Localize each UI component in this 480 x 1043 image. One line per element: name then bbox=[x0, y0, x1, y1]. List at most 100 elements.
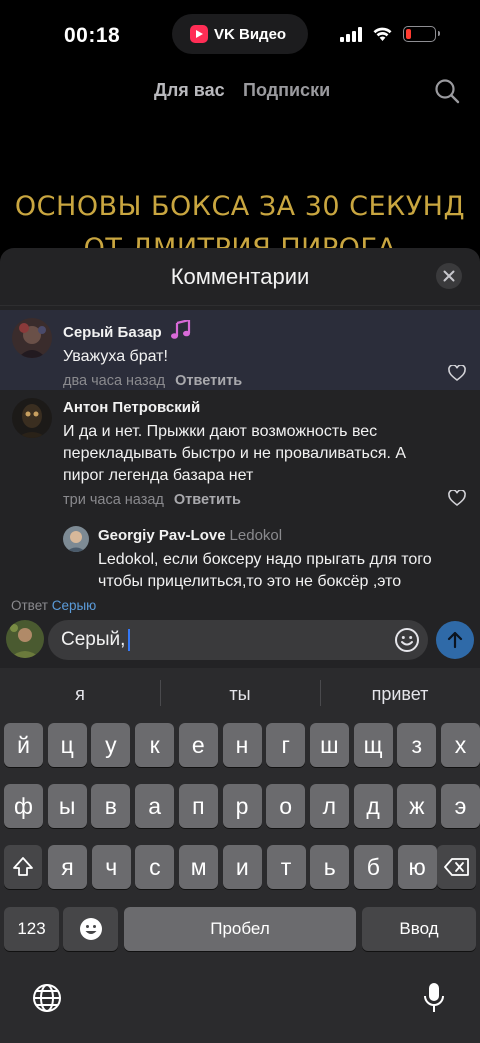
comment-author[interactable]: Антон Петровский bbox=[63, 398, 480, 418]
dynamic-island[interactable]: VK Видео bbox=[172, 14, 308, 54]
status-time: 00:18 bbox=[64, 24, 121, 47]
suggestion-item[interactable]: я bbox=[0, 684, 160, 705]
comment-author-name: Georgiy Pav-Love bbox=[98, 527, 226, 544]
letter-key[interactable]: и bbox=[222, 845, 262, 889]
comment-author-name: Серый Базар bbox=[63, 324, 162, 341]
backspace-key[interactable] bbox=[437, 845, 476, 889]
replying-name[interactable]: Серыю bbox=[52, 598, 97, 613]
reply-button[interactable]: Ответить bbox=[174, 492, 241, 508]
comments-sheet: Комментарии Серый Базар Уважуха брат! дв… bbox=[0, 248, 480, 668]
comment-text: И да и нет. Прыжки дают возможность вес … bbox=[63, 423, 407, 484]
vk-video-icon bbox=[190, 25, 208, 43]
shift-icon bbox=[13, 857, 33, 876]
microphone-icon[interactable] bbox=[422, 981, 446, 1015]
app-pill-label: VK Видео bbox=[214, 25, 287, 43]
globe-icon[interactable] bbox=[32, 983, 62, 1013]
letter-key[interactable]: ф bbox=[4, 784, 43, 828]
reply-comment-item[interactable]: Georgiy Pav-Love Ledokol Ledokol, если бо… bbox=[35, 526, 480, 593]
letter-key[interactable]: у bbox=[91, 723, 131, 767]
tab-subscriptions[interactable]: Подписки bbox=[243, 80, 330, 101]
suggestion-bar: я ты привет bbox=[0, 668, 480, 720]
return-key[interactable]: Ввод bbox=[362, 907, 476, 951]
letter-key[interactable]: р bbox=[222, 784, 262, 828]
music-note-icon bbox=[170, 318, 190, 339]
letter-key[interactable]: м bbox=[179, 845, 219, 889]
numbers-key[interactable]: 123 bbox=[4, 907, 59, 951]
letter-key[interactable]: з bbox=[397, 723, 437, 767]
replying-prefix: Ответ bbox=[11, 598, 48, 613]
my-avatar bbox=[6, 620, 44, 658]
comment-item[interactable]: Антон Петровский И да и нет. Прыжки дают… bbox=[0, 398, 480, 509]
letter-key[interactable]: а bbox=[135, 784, 175, 828]
letter-key[interactable]: ь bbox=[310, 845, 350, 889]
letter-key[interactable]: к bbox=[135, 723, 175, 767]
wifi-icon bbox=[373, 27, 392, 41]
emoji-keyboard-key[interactable] bbox=[63, 907, 118, 951]
shift-key[interactable] bbox=[4, 845, 42, 889]
avatar[interactable] bbox=[63, 526, 89, 552]
reply-to-name[interactable]: Ledokol bbox=[230, 527, 283, 544]
sheet-header: Комментарии bbox=[0, 248, 480, 306]
letter-key[interactable]: ж bbox=[397, 784, 437, 828]
comment-time: два часа назад bbox=[63, 373, 166, 389]
top-nav: Для вас Подписки bbox=[0, 78, 480, 106]
cellular-signal-icon bbox=[340, 26, 362, 42]
heart-icon[interactable] bbox=[448, 365, 466, 381]
letter-key[interactable]: л bbox=[309, 784, 349, 828]
letter-key[interactable]: ы bbox=[47, 784, 87, 828]
backspace-icon bbox=[443, 858, 469, 876]
letter-key[interactable]: ц bbox=[47, 723, 87, 767]
letter-key[interactable]: я bbox=[48, 845, 87, 889]
text-caret bbox=[128, 629, 131, 651]
status-bar: 00:18 VK Видео bbox=[0, 0, 480, 70]
comment-input[interactable]: Серый, bbox=[48, 620, 428, 660]
avatar[interactable] bbox=[12, 398, 52, 438]
search-icon[interactable] bbox=[434, 78, 460, 104]
comment-item[interactable]: Серый Базар Уважуха брат! два часа назад… bbox=[0, 310, 480, 390]
letter-key[interactable]: ш bbox=[309, 723, 349, 767]
close-button[interactable] bbox=[436, 263, 462, 289]
letter-key[interactable]: э bbox=[441, 784, 480, 828]
space-key[interactable]: Пробел bbox=[124, 907, 356, 951]
letter-key[interactable]: д bbox=[353, 784, 393, 828]
letter-key[interactable]: х bbox=[441, 723, 480, 767]
comment-author[interactable]: Серый Базар bbox=[63, 318, 480, 343]
letter-key[interactable]: ч bbox=[91, 845, 131, 889]
comment-meta: два часа назад Ответить bbox=[63, 372, 480, 390]
comment-meta: три часа назад Ответить bbox=[63, 491, 480, 509]
letter-key[interactable]: б bbox=[353, 845, 393, 889]
comment-input-value: Серый, bbox=[61, 629, 126, 650]
letter-key[interactable]: с bbox=[135, 845, 175, 889]
letter-key[interactable]: щ bbox=[353, 723, 393, 767]
heart-icon[interactable] bbox=[448, 490, 466, 506]
video-title-line-1: ОСНОВЫ БОКСА ЗА 30 СЕКУНД bbox=[14, 191, 466, 222]
close-icon bbox=[443, 270, 455, 282]
tab-for-you[interactable]: Для вас bbox=[154, 80, 225, 101]
system-icons bbox=[340, 26, 440, 42]
comment-author[interactable]: Georgiy Pav-Love Ledokol bbox=[98, 526, 480, 546]
letter-key[interactable]: в bbox=[91, 784, 131, 828]
emoji-icon[interactable] bbox=[394, 627, 420, 653]
sheet-title: Комментарии bbox=[170, 264, 310, 289]
avatar[interactable] bbox=[12, 318, 52, 358]
battery-low-icon bbox=[403, 26, 440, 42]
letter-key[interactable]: п bbox=[178, 784, 218, 828]
emoji-icon bbox=[79, 918, 102, 940]
letter-key[interactable]: ю bbox=[397, 845, 437, 889]
comment-text: Уважуха брат! bbox=[63, 348, 168, 365]
comment-composer: Серый, bbox=[0, 620, 480, 668]
suggestion-item[interactable]: привет bbox=[320, 679, 480, 706]
comment-text: Ledokol, если боксеру надо прыгать для т… bbox=[98, 551, 432, 590]
keyboard: я ты привет йцукенгшщзх фывапролджэ ячсм… bbox=[0, 668, 480, 1043]
letter-key[interactable]: г bbox=[266, 723, 306, 767]
letter-key[interactable]: т bbox=[266, 845, 306, 889]
letter-key[interactable]: е bbox=[178, 723, 218, 767]
letter-key[interactable]: н bbox=[222, 723, 262, 767]
letter-key[interactable]: о bbox=[266, 784, 306, 828]
reply-button[interactable]: Ответить bbox=[175, 373, 242, 389]
comment-time: три часа назад bbox=[63, 492, 164, 508]
send-button[interactable] bbox=[436, 621, 474, 659]
battery-fill bbox=[406, 29, 412, 39]
suggestion-item[interactable]: ты bbox=[160, 679, 320, 706]
letter-key[interactable]: й bbox=[4, 723, 43, 767]
